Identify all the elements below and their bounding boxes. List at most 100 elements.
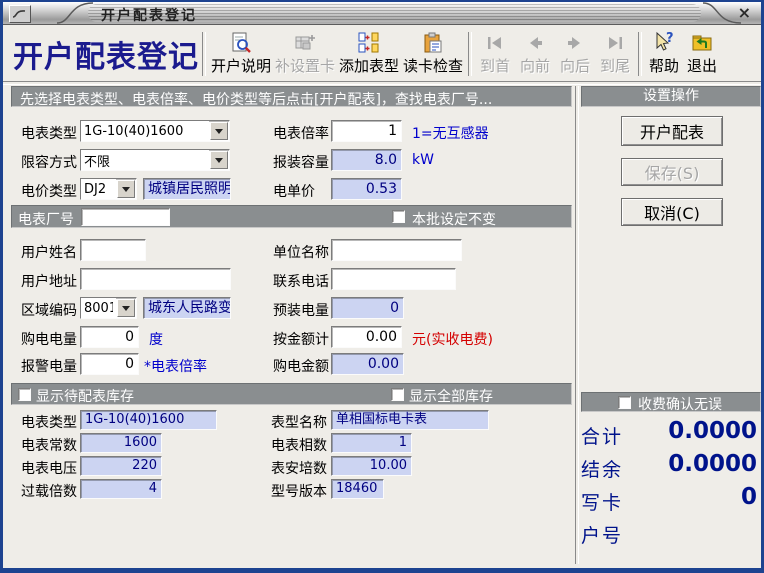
capacity-limit-input[interactable] (81, 150, 209, 170)
toolbar-button-help[interactable]: ? 帮助 (645, 29, 683, 79)
chevron-down-icon[interactable] (210, 122, 228, 140)
save-button[interactable]: 保存(S) (621, 158, 723, 186)
title-bar[interactable]: 开户配表登记 × (3, 2, 761, 25)
app-window: 开户配表登记 × 开户配表登记 开户说明 补设置卡 (0, 0, 764, 573)
go-last-icon (603, 31, 627, 55)
instruction-bar: 先选择电表类型、电表倍率、电价类型等后点击[开户配表]，查找电表厂号... (11, 86, 572, 107)
purchase-energy-unit: 度 (149, 329, 163, 349)
user-address-input[interactable] (80, 268, 231, 290)
exit-icon (690, 31, 714, 55)
show-pending-label: 显示待配表库存 (36, 386, 134, 406)
toolbar-divider (3, 81, 761, 85)
org-name-label: 单位名称 (273, 242, 329, 262)
install-capacity-label: 报装容量 (273, 152, 329, 172)
batch-fixed-checkbox[interactable] (392, 210, 405, 223)
alarm-energy-label: 报警电量 (21, 356, 77, 376)
meter-ratio-label: 电表倍率 (273, 123, 329, 143)
show-pending-checkbox[interactable] (18, 388, 31, 401)
balance-value: 0.0000 (587, 451, 757, 477)
add-meter-type-icon (357, 31, 381, 55)
app-logo-icon (9, 5, 31, 23)
purchase-amount-label: 购电金额 (273, 356, 329, 376)
alarm-energy-hint: *电表倍率 (144, 356, 207, 376)
meter-ratio-input[interactable] (331, 120, 402, 142)
meter-type-select[interactable] (80, 120, 230, 142)
meter-type-label: 电表类型 (21, 123, 77, 143)
confirm-bar: 收费确认无误 (581, 392, 761, 412)
fee-confirm-checkbox[interactable] (618, 396, 631, 409)
chevron-down-icon[interactable] (210, 151, 228, 169)
model-version-value: 18460 (331, 479, 384, 499)
model-name-label: 表型名称 (271, 412, 327, 432)
install-capacity-value: 8.0 (331, 149, 402, 171)
toolbar-button-last[interactable]: 到尾 (595, 29, 635, 79)
chevron-down-icon[interactable] (117, 299, 135, 317)
assign-meter-button[interactable]: 开户配表 (621, 116, 723, 146)
price-type-input[interactable] (81, 179, 116, 199)
org-name-input[interactable] (331, 239, 462, 261)
meter-type-input[interactable] (81, 121, 209, 141)
toolbar-button-account-help[interactable]: 开户说明 (209, 29, 273, 79)
toolbar-button-supplement-card[interactable]: 补设置卡 (273, 29, 337, 79)
overload-factor-value: 4 (80, 479, 162, 499)
cancel-button[interactable]: 取消(C) (621, 198, 723, 226)
toolbar-button-add-meter-type[interactable]: 添加表型 (337, 29, 401, 79)
go-next-icon (563, 31, 587, 55)
price-type-select[interactable] (80, 178, 137, 200)
factory-no-input[interactable] (81, 208, 170, 226)
unit-price-value: 0.53 (331, 178, 402, 200)
amperage-value: 10.00 (331, 456, 412, 476)
help-icon: ? (652, 31, 676, 55)
window-title: 开户配表登记 (101, 5, 197, 25)
show-all-label: 显示全部库存 (409, 386, 493, 406)
alarm-energy-input[interactable] (80, 353, 139, 375)
region-code-label: 区域编码 (21, 300, 77, 320)
install-capacity-unit: kW (412, 152, 434, 168)
svg-text:?: ? (666, 31, 674, 46)
toolbar-button-exit[interactable]: 退出 (683, 29, 721, 79)
chevron-down-icon[interactable] (117, 180, 135, 198)
region-code-input[interactable] (81, 298, 116, 318)
go-prev-icon (523, 31, 547, 55)
meter-constant-value: 1600 (80, 433, 162, 453)
doc-search-icon (229, 31, 253, 55)
toolbar-separator (202, 32, 206, 76)
toolbar: 开户配表登记 开户说明 补设置卡 (3, 26, 761, 81)
by-amount-hint: 元(实收电费) (412, 329, 493, 349)
total-value: 0.0000 (587, 418, 757, 444)
price-type-label: 电价类型 (21, 181, 77, 201)
actions-header: 设置操作 (643, 88, 699, 104)
meter-ratio-hint: 1=无互感器 (412, 123, 489, 143)
price-type-desc: 城镇居民照明 (143, 178, 231, 200)
user-name-label: 用户姓名 (21, 242, 77, 262)
purchase-amount-value: 0.00 (331, 353, 404, 375)
factory-no-bar: 电表厂号 本批设定不变 (11, 205, 572, 228)
panel-divider (575, 86, 579, 564)
capacity-limit-select[interactable] (80, 149, 230, 171)
phase-count-label: 电表相数 (271, 435, 327, 455)
toolbar-button-prev[interactable]: 向前 (515, 29, 555, 79)
purchase-energy-input[interactable] (80, 326, 139, 348)
phone-input[interactable] (331, 268, 456, 290)
toolbar-button-read-card-check[interactable]: 读卡检查 (401, 29, 465, 79)
region-code-desc: 城东人民路变 (143, 297, 231, 319)
go-first-icon (483, 31, 507, 55)
page-title: 开户配表登记 (13, 32, 199, 76)
inv-meter-type-value: 1G-10(40)1600 (80, 410, 217, 430)
inv-meter-type-label: 电表类型 (21, 412, 77, 432)
write-card-value: 0 (587, 484, 757, 510)
toolbar-button-next[interactable]: 向后 (555, 29, 595, 79)
meter-constant-label: 电表常数 (21, 435, 77, 455)
card-add-icon (293, 31, 317, 55)
voltage-value: 220 (80, 456, 162, 476)
batch-fixed-label: 本批设定不变 (412, 209, 496, 229)
user-name-input[interactable] (80, 239, 146, 261)
fee-confirm-label: 收费确认无误 (638, 394, 722, 414)
close-icon[interactable]: × (738, 3, 751, 23)
account-no-label: 户号 (581, 521, 623, 548)
by-amount-input[interactable] (331, 326, 402, 348)
actions-header-bar: 设置操作 (581, 86, 761, 107)
region-code-select[interactable] (80, 297, 137, 319)
show-all-checkbox[interactable] (391, 388, 404, 401)
toolbar-button-first[interactable]: 到首 (475, 29, 515, 79)
